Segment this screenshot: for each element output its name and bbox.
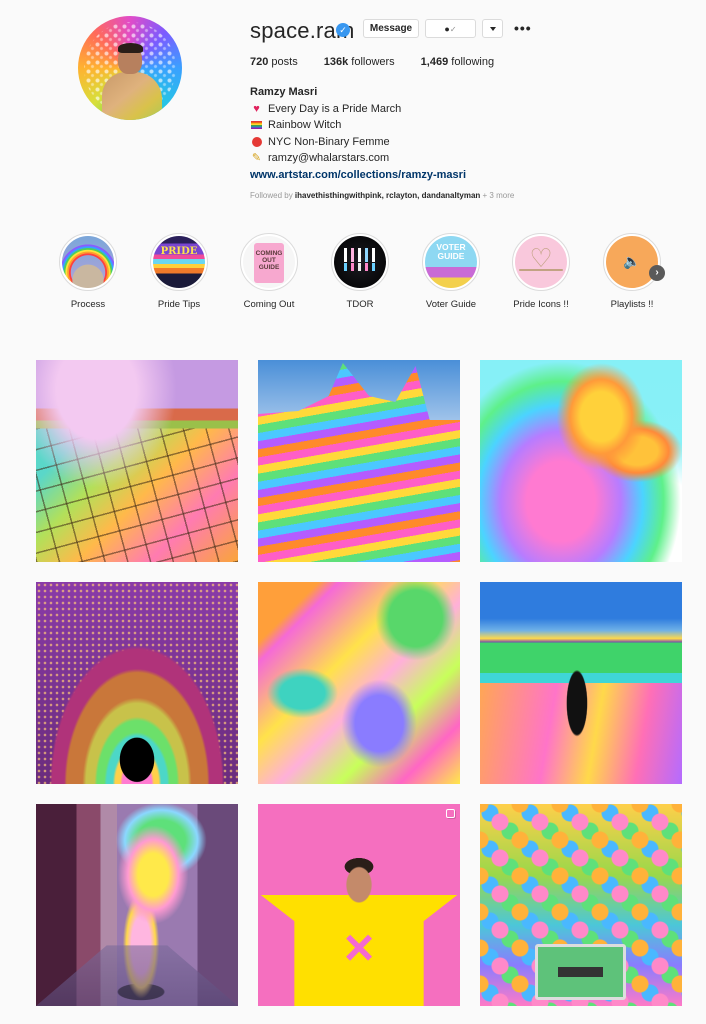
- highlight-voter-guide[interactable]: Voter Guide: [411, 233, 491, 310]
- highlight-ring: [150, 233, 208, 291]
- highlight-ring: [422, 233, 480, 291]
- highlight-tdor[interactable]: TDOR: [320, 233, 400, 310]
- following-count: 1,469: [420, 56, 449, 68]
- pencil-icon: ✎: [251, 152, 262, 164]
- bio-line-text: Every Day is a Pride March: [268, 102, 402, 115]
- highlight-label: Playlists !!: [610, 299, 654, 310]
- bio-line-text: NYC Non-Binary Femme: [268, 135, 390, 148]
- highlight-pride-tips[interactable]: Pride Tips: [139, 233, 219, 310]
- followers-count: 136k: [323, 56, 349, 68]
- followers-stat[interactable]: 136k followers: [324, 56, 395, 68]
- highlight-ring: [603, 233, 661, 291]
- highlight-thumbnail: [606, 236, 658, 288]
- avatar-person-hair: [118, 43, 143, 53]
- posts-stat: 720 posts: [250, 56, 298, 68]
- highlight-ring: [59, 233, 117, 291]
- posts-count: 720: [250, 56, 269, 68]
- apple-icon: [250, 134, 263, 151]
- post-tile[interactable]: [258, 582, 460, 784]
- bio-line: Rainbow Witch: [250, 117, 466, 134]
- verified-badge-icon: ✓: [336, 23, 350, 37]
- bio-line: ♥ Every Day is a Pride March: [250, 101, 466, 118]
- highlight-thumbnail: [515, 236, 567, 288]
- followed-by-more[interactable]: + 3 more: [483, 191, 515, 200]
- followed-by[interactable]: Followed by ihavethisthingwithpink, rcla…: [250, 191, 514, 200]
- highlight-thumbnail: [425, 236, 477, 288]
- chevron-right-icon[interactable]: ›: [649, 265, 665, 281]
- post-tile[interactable]: [480, 804, 682, 1006]
- heart-icon: ♥: [253, 102, 260, 115]
- post-tile[interactable]: [36, 804, 238, 1006]
- message-button[interactable]: Message: [363, 19, 419, 38]
- post-tile[interactable]: [480, 360, 682, 562]
- highlight-thumbnail: [243, 236, 295, 288]
- profile-full-name: Ramzy Masri: [250, 86, 318, 98]
- bio-line: NYC Non-Binary Femme: [250, 134, 466, 151]
- caret-down-icon: [489, 26, 496, 31]
- profile-bio: Ramzy Masri ♥ Every Day is a Pride March…: [250, 84, 466, 183]
- highlight-label: Process: [70, 299, 106, 310]
- more-options-icon[interactable]: •••: [514, 21, 532, 35]
- highlight-thumbnail: [153, 236, 205, 288]
- story-highlights: Process Pride Tips Coming Out TDOR Voter…: [0, 233, 706, 318]
- avatar-person-body: [102, 72, 162, 120]
- highlight-label: Voter Guide: [425, 299, 477, 310]
- highlight-ring: [331, 233, 389, 291]
- following-label: following: [451, 56, 495, 68]
- bio-line-text: ramzy@whalarstars.com: [268, 152, 390, 164]
- highlight-label: Pride Icons !!: [513, 299, 569, 310]
- highlight-ring: [240, 233, 298, 291]
- highlight-coming-out[interactable]: Coming Out: [229, 233, 309, 310]
- following-button[interactable]: ●✓: [425, 19, 476, 38]
- following-stat[interactable]: 1,469 following: [421, 56, 494, 68]
- followed-by-prefix: Followed by: [250, 191, 293, 200]
- profile-stats: 720 posts 136k followers 1,469 following: [250, 56, 520, 68]
- highlight-pride-icons[interactable]: Pride Icons !!: [501, 233, 581, 310]
- highlight-label: Pride Tips: [157, 299, 201, 310]
- post-tile[interactable]: [480, 582, 682, 784]
- post-tile[interactable]: [258, 804, 460, 1006]
- post-tile[interactable]: [36, 582, 238, 784]
- post-tile[interactable]: [258, 360, 460, 562]
- highlight-label: Coming Out: [243, 299, 295, 310]
- carousel-multiple-icon: [446, 809, 455, 818]
- highlight-thumbnail: [62, 236, 114, 288]
- posts-label: posts: [271, 56, 298, 68]
- highlight-thumbnail: [334, 236, 386, 288]
- highlight-ring: [512, 233, 570, 291]
- rainbow-flag-icon: [250, 117, 263, 134]
- person-check-icon: ●✓: [444, 23, 457, 34]
- bio-line: ✎ ramzy@whalarstars.com: [250, 150, 466, 167]
- highlight-label: TDOR: [346, 299, 374, 310]
- profile-website-link[interactable]: www.artstar.com/collections/ramzy-masri: [250, 169, 466, 181]
- bio-line-text: Rainbow Witch: [268, 119, 342, 131]
- followers-label: followers: [351, 56, 395, 68]
- profile-avatar[interactable]: [78, 16, 182, 120]
- suggested-accounts-dropdown-button[interactable]: [482, 19, 503, 38]
- followed-by-names[interactable]: ihavethisthingwithpink, rclayton, dandan…: [295, 191, 480, 200]
- highlight-process[interactable]: Process: [48, 233, 128, 310]
- post-tile[interactable]: [36, 360, 238, 562]
